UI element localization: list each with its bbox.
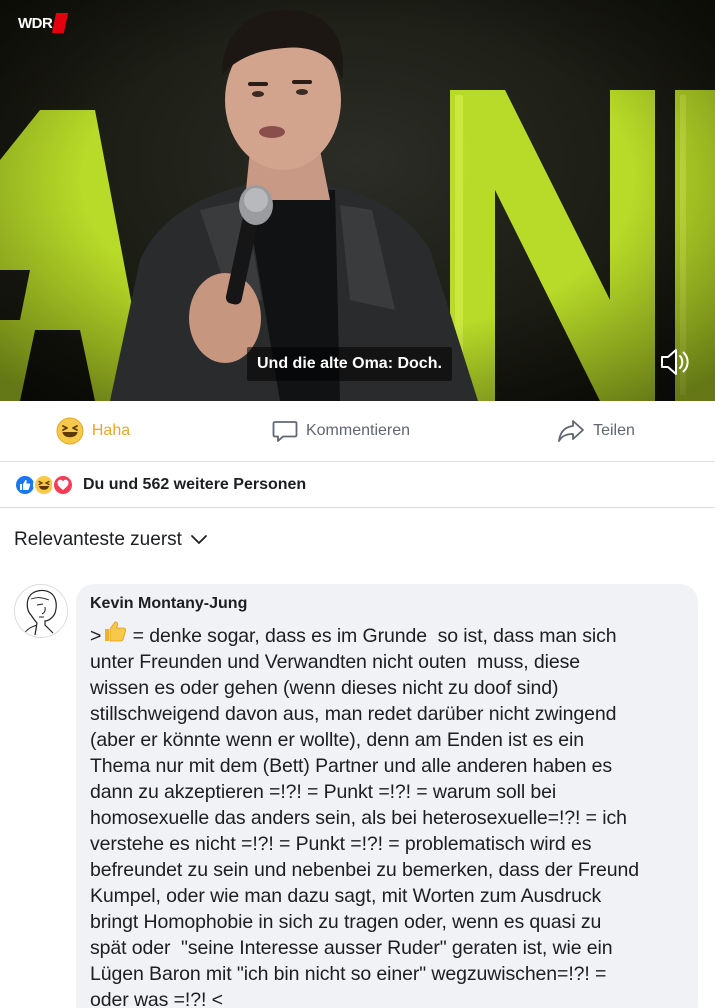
love-icon: [52, 473, 74, 496]
comment-line-1: = denke sogar, dass es im Grunde so ist,…: [127, 625, 617, 647]
haha-emoji-icon: [56, 417, 84, 445]
reactions-summary[interactable]: Du und 562 weitere Personen: [0, 462, 715, 508]
video-subtitle: Und die alte Oma: Doch.: [247, 347, 452, 381]
comment-author[interactable]: Kevin Montany-Jung: [90, 595, 684, 617]
comment-line-6: Thema nur mit dem (Bett) Partner und all…: [90, 755, 613, 777]
comment-bubble-icon: [272, 421, 298, 442]
comment-line-13: spät oder "seine Interesse ausser Ruder"…: [90, 937, 613, 959]
comment-sort-dropdown[interactable]: Relevanteste zuerst: [14, 525, 208, 555]
haha-label: Haha: [91, 422, 131, 439]
share-arrow-icon: [558, 420, 584, 442]
comment-line-3: wissen es oder gehen (wenn dieses nicht …: [90, 677, 559, 699]
comment-line-15: oder was =!?! <: [90, 989, 223, 1008]
comment-line-10: befreundet zu sein und nebenbei zu bemer…: [90, 859, 640, 881]
wdr-logo: WDR: [18, 12, 69, 34]
haha-reaction-button[interactable]: Haha: [0, 401, 186, 461]
speaker-muted-icon[interactable]: [656, 346, 692, 378]
comment-line-12: bringt Homophobie in sich zu tragen oder…: [90, 911, 602, 933]
comment-line-14: Lügen Baron mit "ich bin nicht so einer"…: [90, 963, 607, 985]
comment-line-5: (aber er könnte wenn er wollte), denn am…: [90, 729, 584, 751]
comment-button[interactable]: Kommentieren: [186, 401, 496, 461]
reactions-count-text: Du und 562 weitere Personen: [83, 475, 307, 493]
comment-prefix: >: [90, 625, 102, 647]
sort-label: Relevanteste zuerst: [14, 529, 182, 550]
performer: [110, 9, 478, 401]
video-player[interactable]: WDR Und die alte Oma: Doch.: [0, 0, 715, 401]
share-label: Teilen: [593, 422, 635, 439]
comment-text: > = denke sogar, dass es im Grunde so is…: [90, 620, 684, 1008]
comment-label: Kommentieren: [305, 422, 411, 439]
comment-bubble: Kevin Montany-Jung > = denke sogar, dass…: [76, 584, 698, 1008]
wdr-logo-mark: [52, 13, 69, 33]
comment-line-9: verstehe es nicht =!?! = Punkt =!?! = pr…: [90, 833, 592, 855]
share-button[interactable]: Teilen: [496, 401, 696, 461]
commenter-avatar[interactable]: [14, 584, 68, 638]
comment-line-7: dann zu akzeptieren =!?! = Punkt =!?! = …: [90, 781, 557, 803]
comment-line-2: unter Freunden und Verwandten nicht oute…: [90, 651, 581, 673]
reaction-icons: [14, 473, 74, 496]
comment-line-4: stillschweigend davon aus, man redet dar…: [90, 703, 617, 725]
comment-line-11: Kumpel, oder wie man dazu sagt, mit Wort…: [90, 885, 602, 907]
thumbs-up-emoji-icon: [105, 621, 127, 642]
post-action-bar: Haha Kommentieren Teilen: [0, 401, 715, 462]
sketch-portrait-avatar-image: [22, 589, 57, 636]
wdr-logo-text: WDR: [18, 14, 53, 32]
comment-line-8: homosexuelle das anders sein, als bei he…: [90, 807, 627, 829]
chevron-down-icon: [191, 535, 207, 544]
